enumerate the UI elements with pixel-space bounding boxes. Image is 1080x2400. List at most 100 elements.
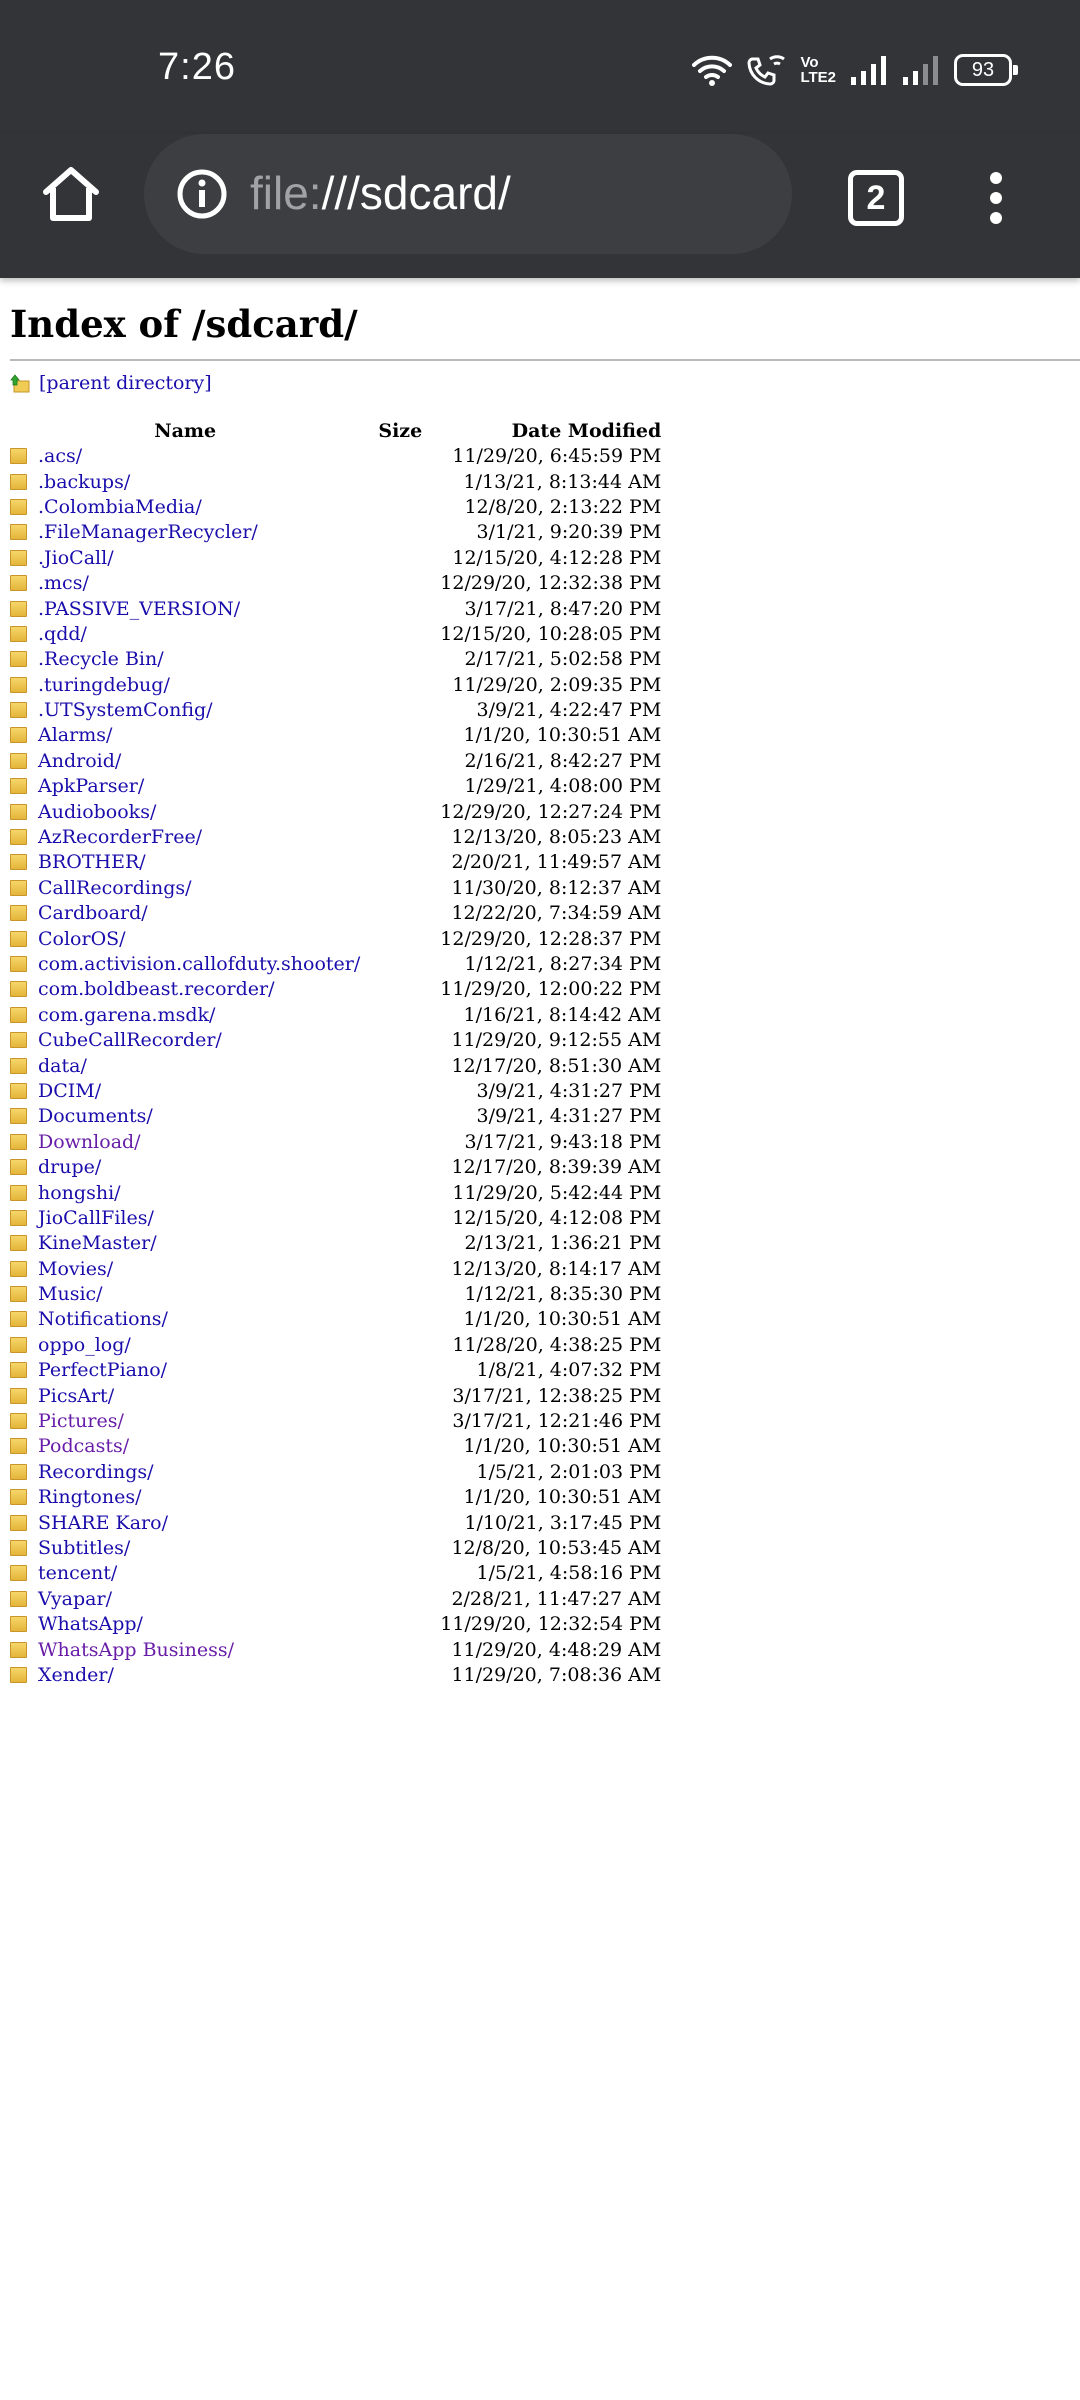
entry-name-cell: tencent/ (10, 1561, 360, 1586)
folder-icon (10, 1565, 27, 1582)
folder-link[interactable]: .acs/ (38, 445, 82, 467)
folder-link[interactable]: .UTSystemConfig/ (38, 699, 213, 721)
folder-link[interactable]: Audiobooks/ (38, 801, 156, 823)
table-row: PicsArt/3/17/21, 12:38:25 PM (10, 1383, 661, 1408)
entry-size-cell (360, 1383, 440, 1408)
folder-link[interactable]: .PASSIVE_VERSION/ (38, 598, 240, 620)
folder-link[interactable]: SHARE Karo/ (38, 1512, 168, 1534)
folder-link[interactable]: Download/ (38, 1131, 141, 1153)
table-row: KineMaster/2/13/21, 1:36:21 PM (10, 1231, 661, 1256)
folder-link[interactable]: com.boldbeast.recorder/ (38, 978, 275, 1000)
folder-link[interactable]: PicsArt/ (38, 1385, 114, 1407)
folder-link[interactable]: CubeCallRecorder/ (38, 1029, 222, 1051)
folder-link[interactable]: AzRecorderFree/ (38, 826, 202, 848)
folder-link[interactable]: .qdd/ (38, 623, 87, 645)
folder-link[interactable]: hongshi/ (38, 1182, 121, 1204)
folder-link[interactable]: oppo_log/ (38, 1334, 131, 1356)
parent-directory-link[interactable]: [parent directory] (39, 372, 212, 394)
url-text[interactable]: file:///sdcard/ (250, 166, 511, 220)
entry-size-cell (360, 622, 440, 647)
folder-icon (10, 1184, 27, 1201)
folder-link[interactable]: tencent/ (38, 1562, 117, 1584)
folder-link[interactable]: .FileManagerRecycler/ (38, 521, 258, 543)
home-icon[interactable] (40, 162, 102, 224)
folder-link[interactable]: Podcasts/ (38, 1435, 129, 1457)
table-row: Ringtones/1/1/20, 10:30:51 AM (10, 1485, 661, 1510)
signal-sim1-icon (851, 56, 886, 85)
folder-link[interactable]: Notifications/ (38, 1308, 168, 1330)
folder-link[interactable]: com.activision.callofduty.shooter/ (38, 953, 360, 975)
folder-icon (10, 676, 27, 693)
entry-date-cell: 1/1/20, 10:30:51 AM (463, 1435, 662, 1458)
table-row: com.boldbeast.recorder/11/29/20, 12:00:2… (10, 977, 661, 1002)
folder-link[interactable]: Cardboard/ (38, 902, 148, 924)
column-name[interactable]: Name (10, 417, 360, 444)
folder-link[interactable]: WhatsApp Business/ (38, 1639, 234, 1661)
more-options-icon[interactable] (982, 168, 1010, 228)
entry-name-cell: .JioCall/ (10, 546, 360, 571)
folder-link[interactable]: Recordings/ (38, 1461, 154, 1483)
parent-directory-icon (10, 374, 30, 393)
entry-date-cell: 2/28/21, 11:47:27 AM (451, 1587, 662, 1610)
folder-link[interactable]: .ColombiaMedia/ (38, 496, 202, 518)
folder-link[interactable]: PerfectPiano/ (38, 1359, 167, 1381)
entry-name-cell: com.activision.callofduty.shooter/ (10, 952, 360, 977)
entry-name-cell: .UTSystemConfig/ (10, 698, 360, 723)
table-row: JioCallFiles/12/15/20, 4:12:08 PM (10, 1206, 661, 1231)
folder-icon (10, 1489, 27, 1506)
folder-link[interactable]: .turingdebug/ (38, 674, 170, 696)
column-size[interactable]: Size (360, 417, 440, 444)
folder-link[interactable]: Subtitles/ (38, 1537, 130, 1559)
column-date-modified[interactable]: Date Modified (440, 417, 662, 444)
entry-size-cell (360, 825, 440, 850)
folder-link[interactable]: CallRecordings/ (38, 877, 192, 899)
folder-icon (10, 1413, 27, 1430)
folder-link[interactable]: drupe/ (38, 1156, 101, 1178)
entry-date-cell: 3/17/21, 9:43:18 PM (464, 1130, 662, 1153)
folder-link[interactable]: .JioCall/ (38, 547, 114, 569)
folder-link[interactable]: Movies/ (38, 1258, 113, 1280)
folder-link[interactable]: com.garena.msdk/ (38, 1004, 215, 1026)
entry-date-cell: 3/9/21, 4:22:47 PM (476, 699, 662, 722)
folder-icon (10, 956, 27, 972)
table-row: .PASSIVE_VERSION/3/17/21, 8:47:20 PM (10, 596, 661, 621)
folder-link[interactable]: data/ (38, 1055, 87, 1077)
folder-link[interactable]: Pictures/ (38, 1410, 124, 1432)
info-icon[interactable] (176, 168, 228, 220)
folder-link[interactable]: Xender/ (38, 1664, 114, 1686)
entry-size-cell (360, 1358, 440, 1383)
entry-size-cell (360, 723, 440, 748)
listing-body: .acs/11/29/20, 6:45:59 PM .backups/1/13/2… (10, 444, 661, 1688)
folder-link[interactable]: ApkParser/ (38, 775, 144, 797)
folder-link[interactable]: Alarms/ (38, 724, 112, 746)
folder-link[interactable]: WhatsApp/ (38, 1613, 143, 1635)
entry-date-cell: 11/29/20, 7:08:36 AM (451, 1663, 662, 1686)
folder-link[interactable]: JioCallFiles/ (38, 1207, 154, 1229)
table-row: data/12/17/20, 8:51:30 AM (10, 1053, 661, 1078)
folder-link[interactable]: .mcs/ (38, 572, 89, 594)
folder-link[interactable]: Ringtones/ (38, 1486, 142, 1508)
folder-link[interactable]: Vyapar/ (38, 1588, 112, 1610)
folder-icon (10, 575, 27, 592)
folder-link[interactable]: Music/ (38, 1283, 103, 1305)
folder-icon (10, 829, 27, 846)
folder-link[interactable]: .backups/ (38, 471, 130, 493)
folder-link[interactable]: DCIM/ (38, 1080, 101, 1102)
table-row: .ColombiaMedia/12/8/20, 2:13:22 PM (10, 495, 661, 520)
folder-link[interactable]: Documents/ (38, 1105, 153, 1127)
table-row: .UTSystemConfig/3/9/21, 4:22:47 PM (10, 698, 661, 723)
folder-link[interactable]: .Recycle Bin/ (38, 648, 164, 670)
entry-name-cell: Notifications/ (10, 1307, 360, 1332)
table-row: com.activision.callofduty.shooter/1/12/2… (10, 952, 661, 977)
folder-icon (10, 1336, 27, 1353)
table-row: BROTHER/2/20/21, 11:49:57 AM (10, 850, 661, 875)
tab-switcher-button[interactable]: 2 (848, 170, 904, 226)
url-bar[interactable]: file:///sdcard/ (144, 134, 792, 254)
folder-link[interactable]: KineMaster/ (38, 1232, 157, 1254)
table-row: Subtitles/12/8/20, 10:53:45 AM (10, 1536, 661, 1561)
entry-name-cell: com.boldbeast.recorder/ (10, 977, 360, 1002)
table-row: Movies/12/13/20, 8:14:17 AM (10, 1257, 661, 1282)
folder-link[interactable]: ColorOS/ (38, 928, 126, 950)
folder-link[interactable]: Android/ (38, 750, 121, 772)
folder-link[interactable]: BROTHER/ (38, 851, 146, 873)
